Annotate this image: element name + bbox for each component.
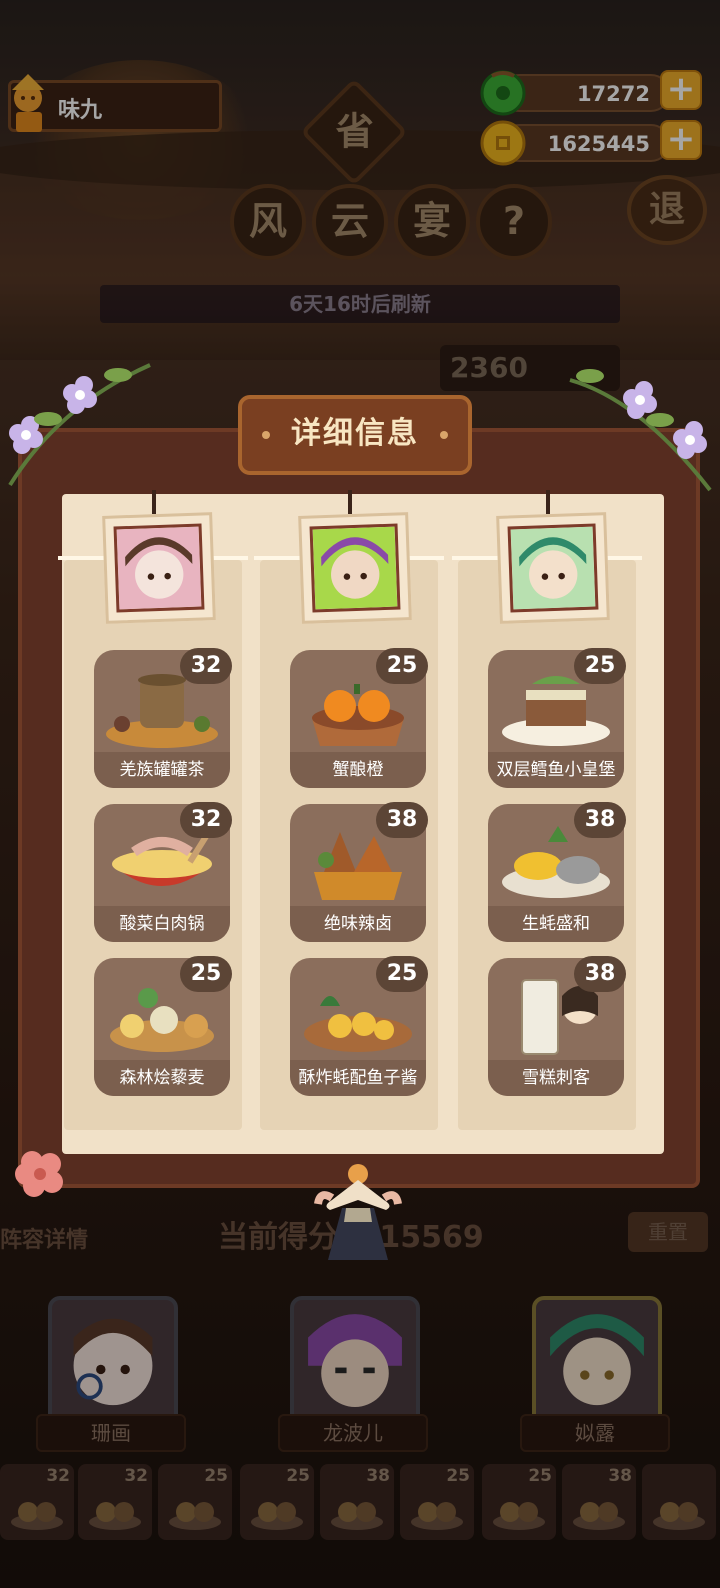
chef-shanhua-icon — [116, 526, 202, 610]
dish-name: 蟹酿橙 — [290, 752, 426, 788]
close-tassel-icon[interactable] — [312, 1160, 404, 1266]
dish-card[interactable]: 32 羌族罐罐茶 — [94, 648, 232, 788]
chef-portrait-frame — [507, 523, 599, 613]
dish-score-badge: 25 — [376, 648, 428, 684]
dish-card[interactable]: 32 酸菜白肉锅 — [94, 802, 232, 942]
dish-name: 生蚝盛和 — [488, 906, 624, 942]
dish-name: 绝味辣卤 — [290, 906, 426, 942]
hanging-rope — [546, 490, 550, 514]
hanging-rope — [348, 490, 352, 514]
dish-card[interactable]: 25 蟹酿橙 — [290, 648, 428, 788]
chef-silu-icon — [510, 526, 596, 610]
dish-name: 酸菜白肉锅 — [94, 906, 230, 942]
dish-name: 羌族罐罐茶 — [94, 752, 230, 788]
dish-score-badge: 25 — [376, 956, 428, 992]
dish-score-badge: 32 — [180, 802, 232, 838]
dish-card[interactable]: 25 双层鳕鱼小皇堡 — [488, 648, 626, 788]
flower-vine-left-icon — [8, 363, 151, 487]
dish-score-badge: 32 — [180, 648, 232, 684]
chef-portrait-frame — [309, 523, 401, 613]
dish-name: 酥炸蚝配鱼子酱 — [290, 1060, 426, 1096]
dish-score-badge: 38 — [376, 802, 428, 838]
dish-card[interactable]: 38 绝味辣卤 — [290, 802, 428, 942]
dish-card[interactable]: 38 生蚝盛和 — [488, 802, 626, 942]
chef-portrait[interactable] — [496, 512, 610, 624]
chef-portrait[interactable] — [298, 512, 412, 624]
dish-name: 雪糕刺客 — [488, 1060, 624, 1096]
dish-score-badge: 38 — [574, 956, 626, 992]
dish-name: 森林烩藜麦 — [94, 1060, 230, 1096]
dish-score-badge: 25 — [180, 956, 232, 992]
chef-longboer-icon — [312, 526, 398, 610]
modal-title: 详细信息 — [238, 395, 472, 475]
game-screen: 味九 17272 + 1625445 + 省 风 云 宴 ? 退 6天16时后刷… — [0, 0, 720, 1588]
flower-vine-right-icon — [569, 369, 712, 492]
dish-card[interactable]: 38 雪糕刺客 — [488, 956, 626, 1096]
pink-flower-icon — [15, 1151, 63, 1197]
dish-score-badge: 38 — [574, 802, 626, 838]
dish-name: 双层鳕鱼小皇堡 — [488, 752, 624, 788]
hanging-rope — [152, 490, 156, 514]
chef-portrait-frame — [113, 523, 205, 613]
dish-card[interactable]: 25 酥炸蚝配鱼子酱 — [290, 956, 428, 1096]
dish-card[interactable]: 25 森林烩藜麦 — [94, 956, 232, 1096]
dish-score-badge: 25 — [574, 648, 626, 684]
chef-portrait[interactable] — [102, 512, 216, 624]
